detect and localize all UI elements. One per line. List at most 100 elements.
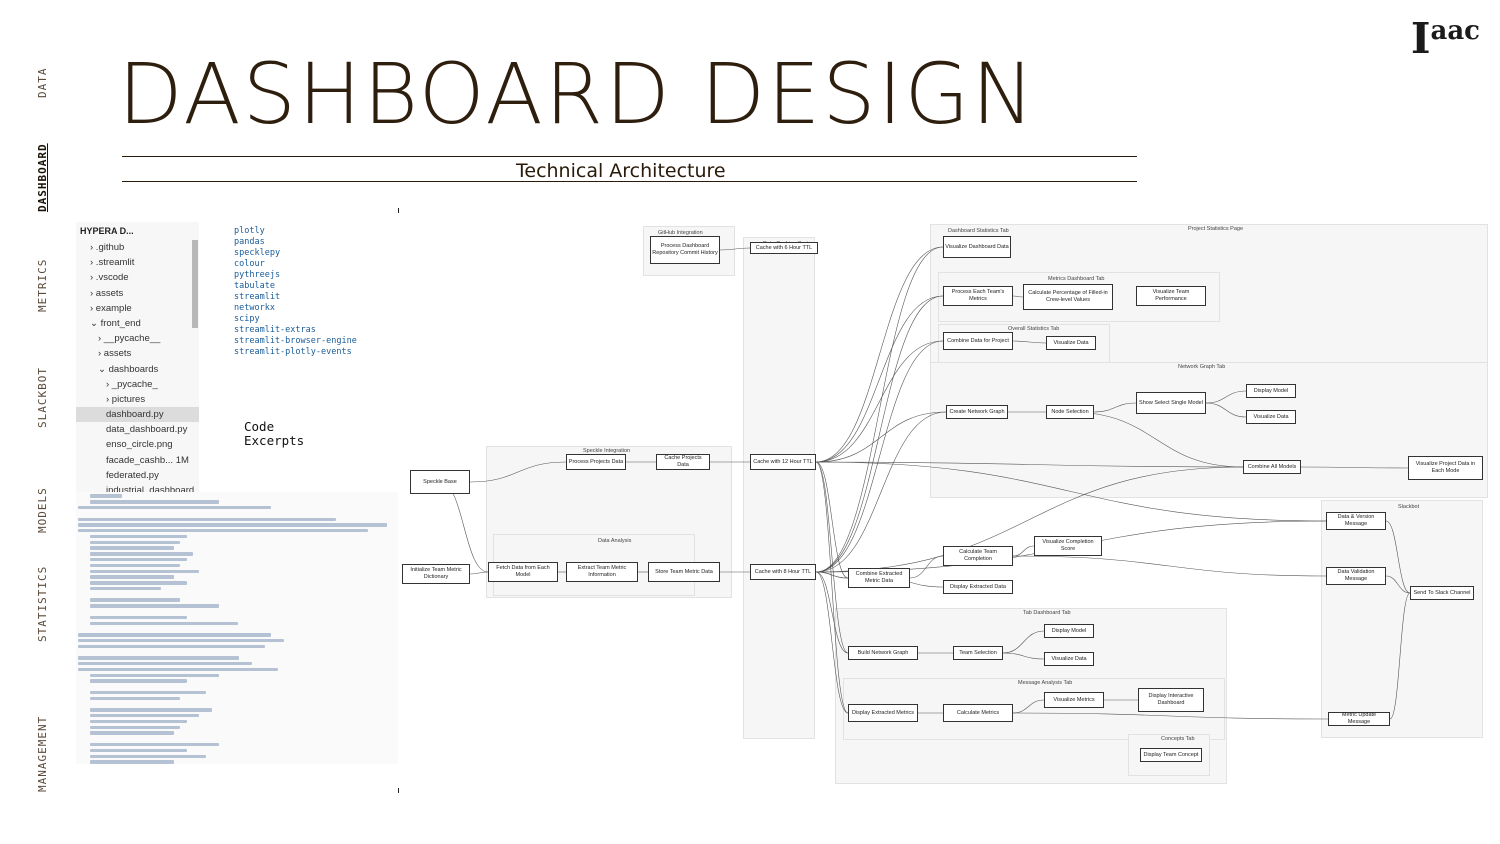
diagram-node[interactable]: Visualize Completion Score <box>1034 536 1102 556</box>
diagram-node[interactable]: Process Dashboard Repository Commit Hist… <box>650 236 720 264</box>
explorer-item[interactable]: › pictures <box>76 392 199 407</box>
code-line <box>78 667 278 672</box>
diagram-edge <box>1012 699 1045 714</box>
diagram-node[interactable]: Visualize Project Data in Each Mode <box>1408 456 1483 480</box>
diagram-edge <box>815 571 849 714</box>
architecture-diagram: GitHub IntegrationData Caching SystemDas… <box>398 208 1488 793</box>
requirement-item: pythreejs <box>234 270 281 280</box>
code-line <box>90 760 174 764</box>
explorer-item[interactable]: ⌄ front_end <box>76 316 199 331</box>
diagram-node[interactable]: Fetch Data from Each Model <box>488 562 558 582</box>
diagram-node[interactable]: Process Each Team's Metrics <box>943 286 1013 306</box>
diagram-node[interactable]: Data & Version Message <box>1326 512 1386 530</box>
diagram-node[interactable]: Combine Extracted Metric Data <box>848 568 910 588</box>
nav-metrics[interactable]: METRICS <box>36 259 54 325</box>
explorer-item[interactable]: facade_cashb... 1M <box>76 453 199 468</box>
diagram-node[interactable]: Create Network Graph <box>946 405 1008 419</box>
code-line <box>90 673 219 677</box>
explorer-item[interactable]: enso_circle.png <box>76 437 199 452</box>
diagram-edge <box>815 295 944 463</box>
diagram-node[interactable]: Initialize Team Metric Dictionary <box>402 564 470 584</box>
diagram-node[interactable]: Display Interactive Dashboard <box>1138 688 1204 712</box>
diagram-edge <box>815 411 947 573</box>
code-line <box>90 679 187 683</box>
diagram-edge <box>1300 466 1409 469</box>
diagram-node[interactable]: Data Validation Message <box>1326 567 1386 585</box>
explorer-item[interactable]: › .github <box>76 240 199 255</box>
explorer-item[interactable]: › _pycache_ <box>76 377 199 392</box>
diagram-edge <box>815 461 849 714</box>
code-line <box>90 500 219 504</box>
diagram-node[interactable]: Display Team Concept <box>1140 748 1202 762</box>
diagram-node[interactable]: Cache with 6 Hour TTL <box>750 242 818 254</box>
nav-management[interactable]: MANAGEMENT <box>36 716 54 805</box>
diagram-node[interactable]: Speckle Base <box>410 470 470 494</box>
nav-statistics[interactable]: STATISTICS <box>36 566 54 655</box>
code-line <box>78 638 285 643</box>
diagram-node[interactable]: Show Select Single Model <box>1136 392 1206 414</box>
diagram-node[interactable]: Cache with 8 Hour TTL <box>750 564 816 580</box>
diagram-node[interactable]: Metric Update Message <box>1328 712 1390 726</box>
diagram-edge <box>1385 520 1411 594</box>
diagram-node[interactable]: Display Model <box>1246 384 1296 398</box>
requirement-item: streamlit-browser-engine <box>234 336 357 346</box>
explorer-item[interactable]: dashboard.py <box>76 407 199 423</box>
nav-models[interactable]: MODELS <box>36 487 54 546</box>
diagram-node[interactable]: Visualize Metrics <box>1044 692 1104 708</box>
requirement-item: streamlit-plotly-events <box>234 347 352 357</box>
explorer-scrollbar[interactable] <box>192 240 198 328</box>
diagram-edge <box>1205 390 1247 404</box>
explorer-item[interactable]: › .streamlit <box>76 255 199 270</box>
explorer-item[interactable]: industrial_dashboard... <box>76 483 199 492</box>
diagram-node[interactable]: Calculate Team Completion <box>943 546 1013 566</box>
diagram-node[interactable]: Store Team Metric Data <box>648 562 720 582</box>
diagram-node[interactable]: Send To Slack Channel <box>1410 586 1474 600</box>
nav-label: METRICS <box>36 258 49 312</box>
diagram-node[interactable]: Extract Team Metric Information <box>566 562 638 582</box>
diagram-node[interactable]: Calculate Metrics <box>943 704 1013 722</box>
diagram-node[interactable]: Visualize Dashboard Data <box>943 236 1011 258</box>
diagram-node[interactable]: Build Network Graph <box>848 646 918 660</box>
diagram-node[interactable]: Node Selection <box>1046 405 1094 419</box>
explorer-item[interactable]: data_dashboard.py <box>76 422 199 437</box>
diagram-edge <box>1002 652 1045 660</box>
nav-dashboard[interactable]: DASHBOARD <box>36 143 54 225</box>
diagram-panel-title: Network Graph Tab <box>1178 364 1226 370</box>
iaac-logo: Iaac <box>1410 14 1480 63</box>
diagram-node[interactable]: Display Extracted Metrics <box>848 704 918 722</box>
explorer-item[interactable]: ⌄ dashboards <box>76 362 199 377</box>
code-line <box>90 748 187 753</box>
diagram-node[interactable]: Visualize Data <box>1246 410 1296 424</box>
explorer-item[interactable]: › assets <box>76 286 199 301</box>
diagram-node[interactable]: Process Projects Data <box>566 454 626 470</box>
explorer-item[interactable]: federated.py <box>76 468 199 483</box>
diagram-node[interactable]: Display Extracted Data <box>943 580 1013 594</box>
diagram-node[interactable]: Calculate Percentage of Filled-in Crew-l… <box>1023 284 1113 310</box>
explorer-item[interactable]: › example <box>76 301 199 316</box>
explorer-item[interactable]: › assets <box>76 346 199 361</box>
code-line <box>78 523 388 527</box>
diagram-node[interactable]: Cache Projects Data <box>656 454 710 470</box>
requirement-item: streamlit-extras <box>234 325 316 335</box>
explorer-item[interactable]: › __pycache__ <box>76 331 199 346</box>
requirement-item: networkx <box>234 303 275 313</box>
diagram-edge <box>815 411 947 463</box>
diagram-panel-title: Project Statistics Page <box>1188 226 1244 232</box>
explorer-item[interactable]: › .vscode <box>76 270 199 285</box>
diagram-node[interactable]: Cache with 12 Hour TTL <box>750 454 816 470</box>
requirement-item: plotly <box>234 226 265 236</box>
diagram-node[interactable]: Visualize Data <box>1046 336 1096 350</box>
diagram-edge <box>1205 402 1247 418</box>
nav-data[interactable]: DATA <box>36 68 54 111</box>
diagram-node[interactable]: Display Model <box>1044 624 1094 638</box>
diagram-node[interactable]: Combine Data for Project <box>943 332 1013 350</box>
code-line <box>90 696 181 701</box>
diagram-node[interactable]: Team Selection <box>953 646 1003 660</box>
diagram-node[interactable]: Visualize Team Performance <box>1136 286 1206 306</box>
code-line <box>90 615 187 620</box>
diagram-node[interactable]: Combine All Models <box>1243 460 1301 474</box>
nav-slackbot[interactable]: SLACKBOT <box>36 367 54 441</box>
diagram-node[interactable]: Visualize Data <box>1044 652 1094 666</box>
code-line <box>90 557 187 562</box>
nav-label: MODELS <box>36 487 49 533</box>
